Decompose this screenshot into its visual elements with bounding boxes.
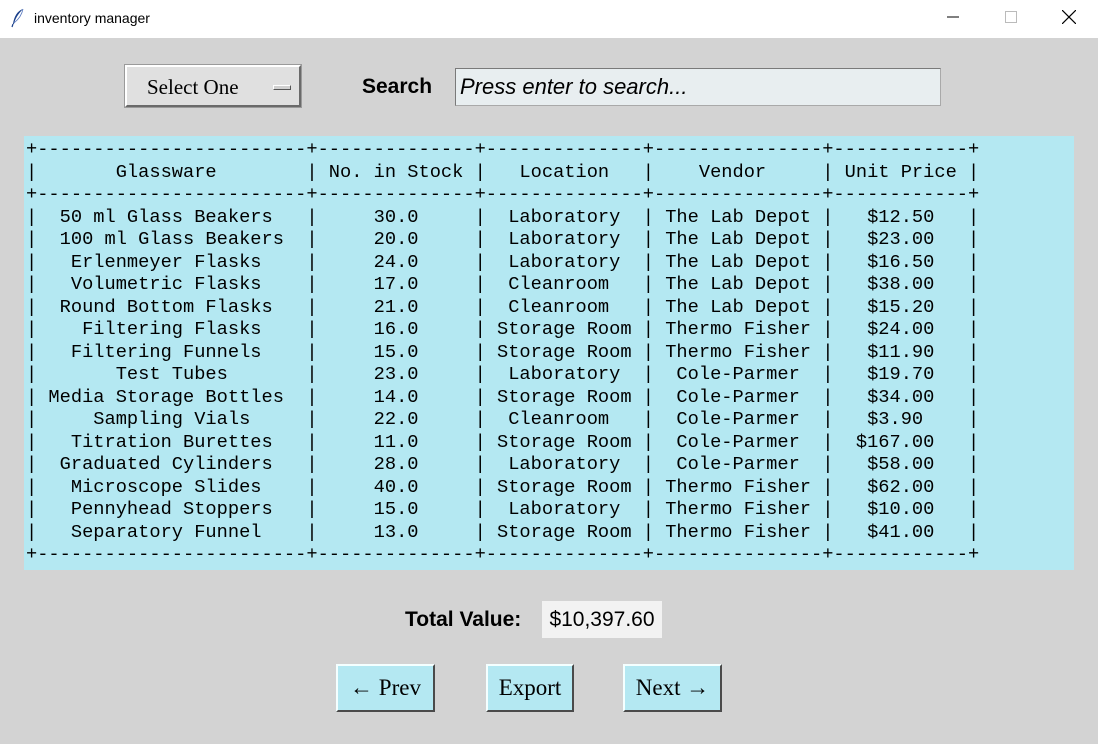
minimize-button[interactable] <box>924 0 982 38</box>
table-row: | Separatory Funnel | 13.0 | Storage Roo… <box>26 520 980 543</box>
table-row: | Test Tubes | 23.0 | Laboratory | Cole-… <box>26 363 980 385</box>
inventory-table: +------------------------+--------------… <box>24 136 1074 570</box>
dropdown-indicator-icon <box>273 85 291 90</box>
table-row: | Titration Burettes | 11.0 | Storage Ro… <box>26 430 980 453</box>
prev-button[interactable]: ← Prev <box>336 664 435 712</box>
export-button[interactable]: Export <box>486 664 574 712</box>
table-row: | Round Bottom Flasks | 21.0 | Cleanroom… <box>26 295 980 318</box>
table-row: | Microscope Slides | 40.0 | Storage Roo… <box>26 475 980 498</box>
category-select-label: Select One <box>147 75 239 99</box>
close-button[interactable] <box>1040 0 1098 38</box>
minimize-icon <box>947 10 959 28</box>
inventory-table-text: +------------------------+--------------… <box>26 138 979 566</box>
next-button[interactable]: Next → <box>623 664 722 712</box>
total-value-display: $10,397.60 <box>542 601 662 638</box>
table-border: +------------------------+--------------… <box>26 543 980 565</box>
table-row: | Volumetric Flasks | 17.0 | Cleanroom |… <box>26 273 980 295</box>
table-row: | Erlenmeyer Flasks | 24.0 | Laboratory … <box>26 250 980 273</box>
search-label: Search <box>362 75 433 98</box>
table-header-row: | Glassware | No. in Stock | Location | … <box>26 160 980 183</box>
table-row: | Graduated Cylinders | 28.0 | Laborator… <box>26 453 980 475</box>
table-border: +------------------------+--------------… <box>26 138 980 160</box>
feather-icon <box>10 8 26 28</box>
close-icon <box>1061 9 1077 29</box>
table-row: | 100 ml Glass Beakers | 20.0 | Laborato… <box>26 228 980 250</box>
table-row: | 50 ml Glass Beakers | 30.0 | Laborator… <box>26 205 980 228</box>
category-select[interactable]: Select One <box>124 64 302 108</box>
table-row: | Filtering Funnels | 15.0 | Storage Roo… <box>26 340 980 363</box>
title-bar: inventory manager <box>0 0 1098 38</box>
total-value-label: Total Value: <box>405 608 522 631</box>
maximize-icon <box>1005 10 1017 28</box>
maximize-button[interactable] <box>982 0 1040 38</box>
table-row: | Sampling Vials | 22.0 | Cleanroom | Co… <box>26 408 980 430</box>
search-input[interactable] <box>455 68 941 106</box>
table-border: +------------------------+--------------… <box>26 183 980 205</box>
table-row: | Media Storage Bottles | 14.0 | Storage… <box>26 385 980 408</box>
table-row: | Pennyhead Stoppers | 15.0 | Laboratory… <box>26 498 980 520</box>
window-title: inventory manager <box>34 10 150 26</box>
table-row: | Filtering Flasks | 16.0 | Storage Room… <box>26 318 980 340</box>
main-panel: Select One Search +---------------------… <box>0 38 1098 744</box>
app-window: inventory manager Select One Search +---… <box>0 0 1098 744</box>
